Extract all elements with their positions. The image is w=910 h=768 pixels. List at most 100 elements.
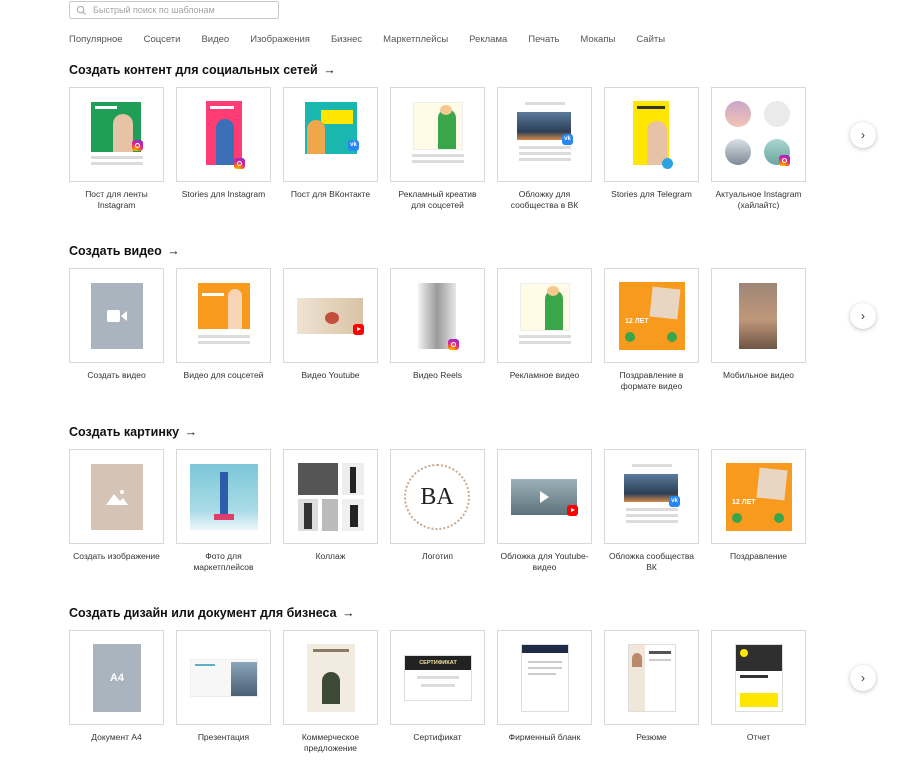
- template-thumbnail: [497, 268, 592, 363]
- template-card-label: Обложка для Youtube-видео: [500, 551, 589, 572]
- instagram-icon: [779, 155, 790, 166]
- category-nav: Популярное Соцсети Видео Изображения Биз…: [69, 34, 686, 45]
- template-thumbnail: [283, 630, 378, 725]
- template-card-label: Stories для Telegram: [611, 189, 692, 199]
- template-card-instagram-stories[interactable]: Stories для Instagram: [176, 87, 271, 211]
- template-card-marketplace-photo[interactable]: Фото для маркетплейсов: [176, 449, 271, 573]
- category-social[interactable]: Соцсети: [144, 34, 181, 45]
- template-card-greeting-video[interactable]: 12 ЛЕТ Поздравление в формате видео: [604, 268, 699, 392]
- template-card-ad-video[interactable]: Рекламное видео: [497, 268, 592, 392]
- template-thumbnail: [176, 268, 271, 363]
- vk-icon: vk: [562, 134, 573, 145]
- template-card-collage[interactable]: Коллаж: [283, 449, 378, 573]
- template-thumbnail: [390, 268, 485, 363]
- category-print[interactable]: Печать: [528, 34, 559, 45]
- youtube-icon: [567, 505, 578, 516]
- template-card-label: Stories для Instagram: [181, 189, 266, 199]
- section-title-business[interactable]: Создать дизайн или документ для бизнеса …: [69, 606, 355, 620]
- section-title-text: Создать контент для социальных сетей: [69, 63, 318, 77]
- template-thumbnail: A4: [69, 630, 164, 725]
- vk-icon: vk: [669, 496, 680, 507]
- template-card-vk-post[interactable]: vk Пост для ВКонтакте: [283, 87, 378, 211]
- template-thumbnail: [69, 87, 164, 182]
- image-icon: [106, 490, 128, 505]
- template-card-ad-creative[interactable]: Рекламный креатив для соцсетей: [390, 87, 485, 211]
- template-card-certificate[interactable]: СЕРТИФИКАТ Сертификат: [390, 630, 485, 754]
- template-thumbnail: [604, 87, 699, 182]
- template-card-label: Поздравление: [729, 551, 788, 561]
- template-card-telegram-stories[interactable]: Stories для Telegram: [604, 87, 699, 211]
- template-card-instagram-highlights[interactable]: Актуальное Instagram (хайлайтс): [711, 87, 806, 211]
- section-title-social[interactable]: Создать контент для социальных сетей →: [69, 63, 336, 77]
- telegram-icon: [662, 158, 673, 169]
- section-title-video[interactable]: Создать видео →: [69, 244, 180, 258]
- template-card-vk-cover[interactable]: vk Обложку для сообщества в ВК: [497, 87, 592, 211]
- template-card-label: Создать изображение: [73, 551, 160, 561]
- template-thumbnail: [176, 630, 271, 725]
- template-card-social-video[interactable]: Видео для соцсетей: [176, 268, 271, 392]
- category-sites[interactable]: Сайты: [636, 34, 665, 45]
- template-thumbnail: vk: [604, 449, 699, 544]
- collage-cell: [342, 499, 364, 531]
- chevron-right-icon: ›: [861, 128, 865, 142]
- birthday-video-preview: 12 ЛЕТ: [619, 282, 685, 350]
- template-card-youtube-video[interactable]: Видео Youtube: [283, 268, 378, 392]
- template-card-commercial-offer[interactable]: Коммерческое предложение: [283, 630, 378, 754]
- template-thumbnail: [604, 630, 699, 725]
- search-input[interactable]: [93, 5, 273, 15]
- template-card-logo[interactable]: BA Логотип: [390, 449, 485, 573]
- carousel-next-button[interactable]: ›: [850, 303, 876, 329]
- template-thumbnail: vk: [283, 87, 378, 182]
- template-card-mobile-video[interactable]: Мобильное видео: [711, 268, 806, 392]
- text-placeholder-lines: [525, 102, 565, 108]
- template-card-create-video[interactable]: Создать видео: [69, 268, 164, 392]
- chevron-right-icon: ›: [861, 309, 865, 323]
- template-card-vk-community-cover[interactable]: vk Обложка сообщества ВК: [604, 449, 699, 573]
- template-card-resume[interactable]: Резюме: [604, 630, 699, 754]
- carousel-next-button[interactable]: ›: [850, 665, 876, 691]
- template-card-a4-document[interactable]: A4 Документ А4: [69, 630, 164, 754]
- text-placeholder-lines: [519, 335, 571, 347]
- template-card-label: Логотип: [421, 551, 453, 561]
- template-card-label: Актуальное Instagram (хайлайтс): [715, 189, 802, 210]
- text-placeholder-lines: [198, 335, 250, 347]
- carousel-next-button[interactable]: ›: [850, 122, 876, 148]
- template-row-video: Создать видео Видео для соцсетей Видео Y…: [69, 268, 818, 392]
- category-images[interactable]: Изображения: [250, 34, 310, 45]
- template-thumbnail: [69, 268, 164, 363]
- instagram-icon: [234, 158, 245, 169]
- template-card-letterhead[interactable]: Фирменный бланк: [497, 630, 592, 754]
- template-card-label: Обложка сообщества ВК: [608, 551, 695, 572]
- category-popular[interactable]: Популярное: [69, 34, 123, 45]
- category-business[interactable]: Бизнес: [331, 34, 362, 45]
- template-card-create-image[interactable]: Создать изображение: [69, 449, 164, 573]
- video-camera-icon: [107, 310, 127, 322]
- logo-initials: BA: [420, 483, 454, 510]
- text-placeholder-lines: [91, 156, 143, 168]
- vk-icon: vk: [348, 140, 359, 151]
- template-thumbnail: [711, 87, 806, 182]
- template-card-instagram-post[interactable]: Пост для ленты Instagram: [69, 87, 164, 211]
- template-card-report[interactable]: Отчет: [711, 630, 806, 754]
- template-card-reels-video[interactable]: Видео Reels: [390, 268, 485, 392]
- search-bar[interactable]: [69, 1, 279, 19]
- category-ads[interactable]: Реклама: [469, 34, 507, 45]
- highlight-circle: [764, 101, 790, 127]
- template-card-label: Создать видео: [87, 370, 146, 380]
- category-video[interactable]: Видео: [201, 34, 229, 45]
- template-card-label: Коммерческое предложение: [301, 732, 360, 753]
- template-card-label: Сертификат: [413, 732, 462, 742]
- section-title-image[interactable]: Создать картинку →: [69, 425, 197, 439]
- ad-preview-image: [413, 102, 463, 150]
- template-card-youtube-cover[interactable]: Обложка для Youtube-видео: [497, 449, 592, 573]
- template-card-presentation[interactable]: Презентация: [176, 630, 271, 754]
- report-preview: [735, 644, 783, 712]
- template-card-label: Обложку для сообщества в ВК: [510, 189, 579, 210]
- template-thumbnail: 12 ЛЕТ: [711, 449, 806, 544]
- template-card-greeting[interactable]: 12 ЛЕТ Поздравление: [711, 449, 806, 573]
- certificate-title: СЕРТИФИКАТ: [405, 656, 471, 670]
- category-marketplaces[interactable]: Маркетплейсы: [383, 34, 448, 45]
- template-card-label: Рекламный креатив для соцсетей: [398, 189, 477, 210]
- template-thumbnail: СЕРТИФИКАТ: [390, 630, 485, 725]
- category-mockups[interactable]: Мокапы: [580, 34, 615, 45]
